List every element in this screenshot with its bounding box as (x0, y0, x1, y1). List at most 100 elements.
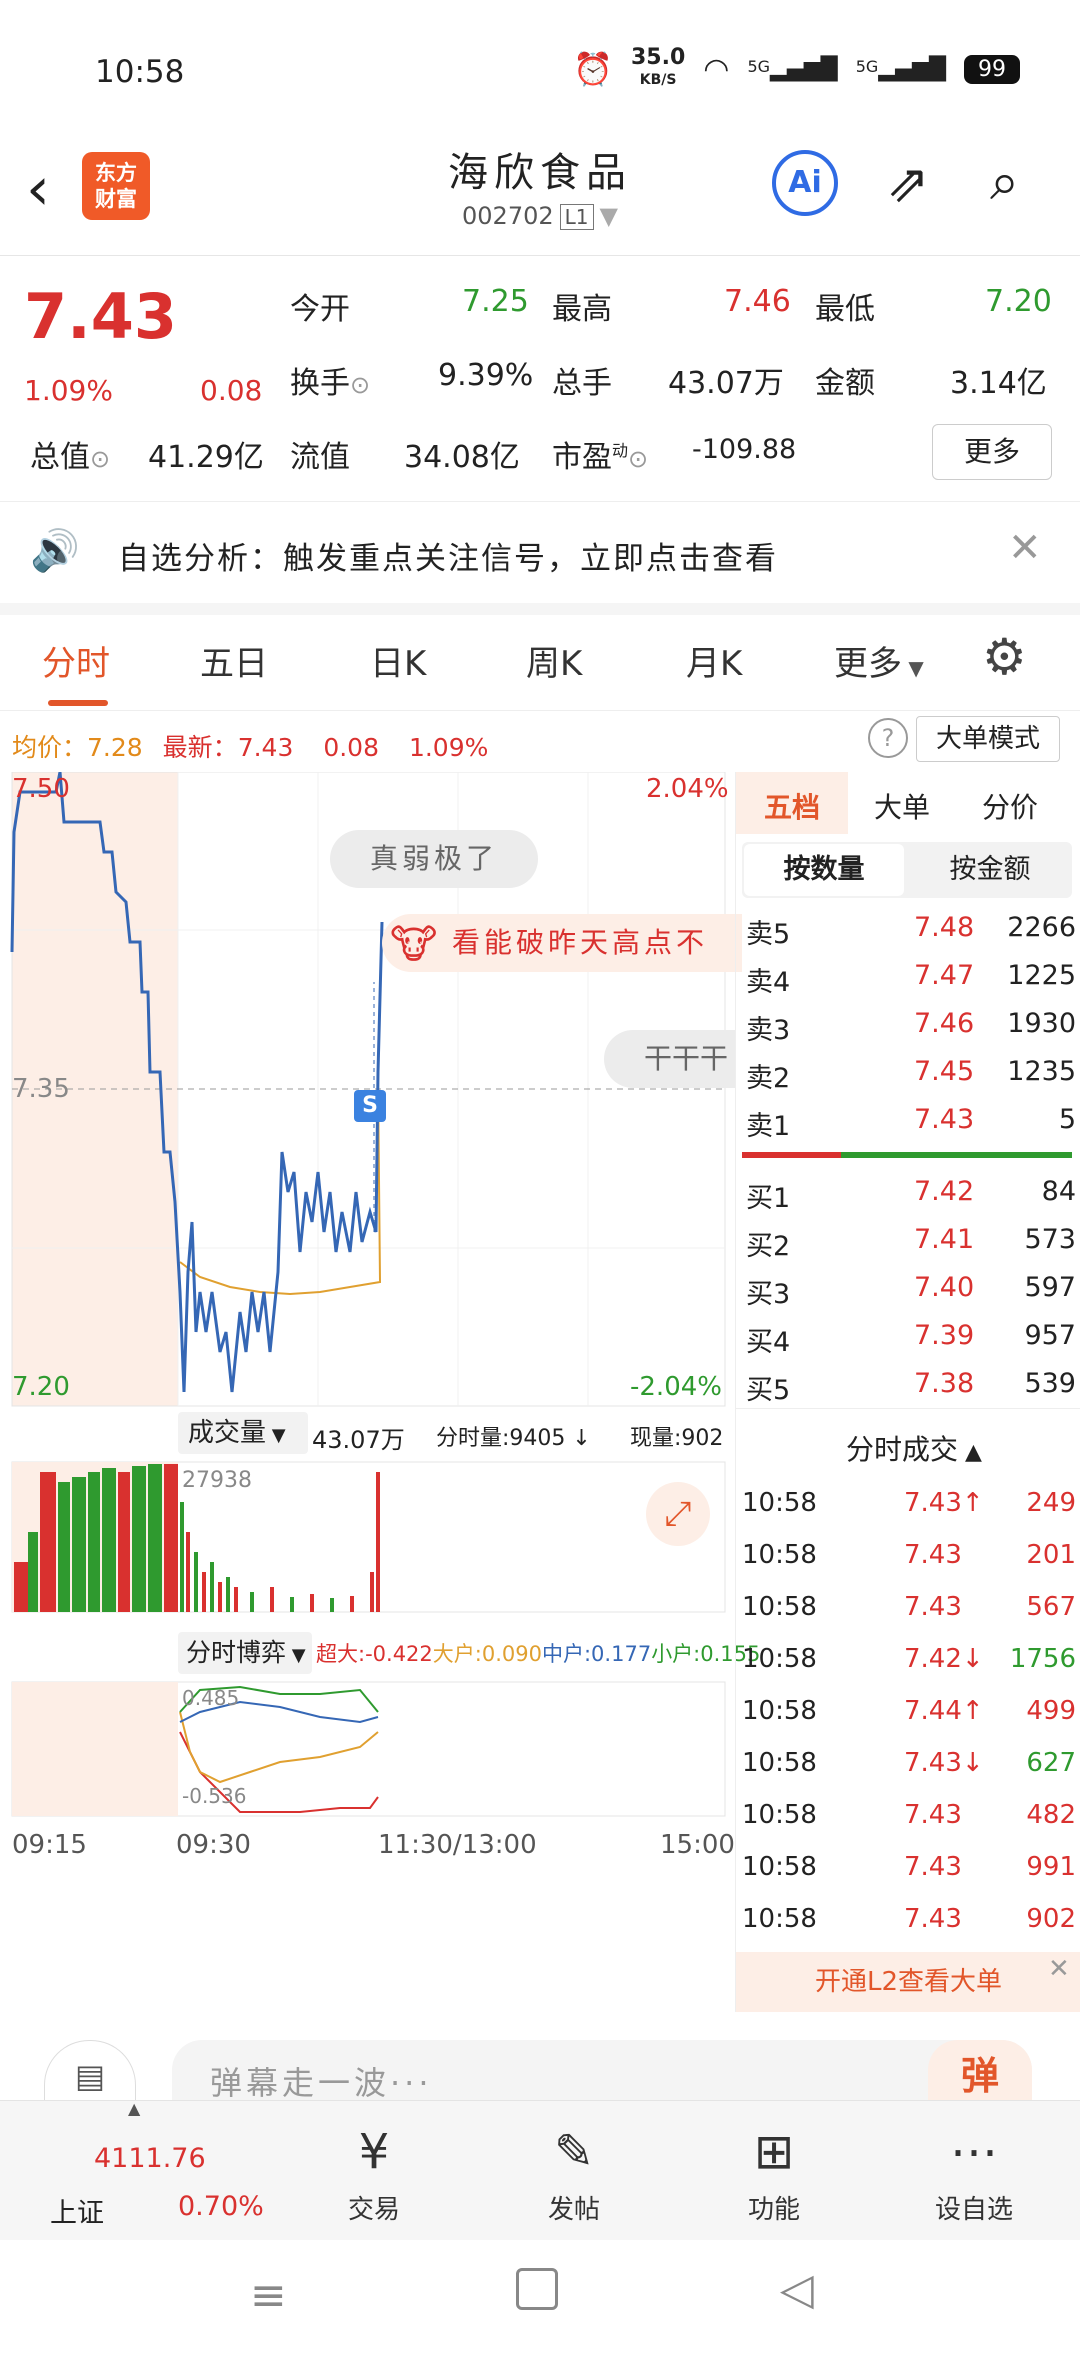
game-pre-shade (12, 1682, 178, 1816)
ask-row-1: 卖1 7.43 5 (746, 1104, 1076, 1142)
turnover-label: 换手⊙ (290, 366, 371, 401)
wifi-icon: ◠ (703, 51, 730, 87)
gear-icon[interactable]: ⚙ (982, 628, 1027, 686)
volume-max: 27938 (182, 1468, 252, 1493)
expand-icon[interactable]: ⤢ (646, 1482, 710, 1546)
caret-up-icon: ▲ (128, 2099, 141, 2118)
chevron-down-icon: ▼ (599, 202, 618, 230)
clock: 10:58 (95, 54, 185, 90)
bid-ask-ratio-bar (742, 1152, 1072, 1158)
mcap-label: 总值⊙ (30, 440, 111, 475)
sub-tabs: 按数量 按金额 (742, 842, 1072, 898)
trade-marker[interactable]: S (354, 1090, 386, 1122)
help-icon[interactable]: ? (868, 718, 908, 758)
open-label: 今开 (290, 292, 350, 327)
bid-row-5: 买5 7.38 539 (746, 1368, 1076, 1406)
tab-five-levels[interactable]: 五档 (764, 786, 820, 826)
nav-add-watchlist[interactable]: ⋯ 设自选 (914, 2115, 1034, 2226)
bid-row-4: 买4 7.39 957 (746, 1320, 1076, 1358)
tab-monthly-k[interactable]: 月K (686, 636, 742, 685)
pct-axis-bottom: -2.04% (630, 1372, 722, 1402)
status-icons: ⏰ 35.0 KB/S ◠ 5G▂▄▆█ 5G▂▄▆█ 99 (573, 45, 1020, 90)
current-volume: 现量:902 (630, 1426, 724, 1451)
nav-functions[interactable]: ⊞ 功能 (714, 2115, 834, 2226)
game-legend: 超大:-0.422大户:0.090中户:0.177小户:0.155 (316, 1642, 761, 1666)
alarm-icon: ⏰ (573, 50, 613, 88)
danmaku-send-button[interactable]: 弹 (928, 2040, 1032, 2100)
share-icon[interactable]: ⇗ (886, 154, 930, 214)
time-label-start: 09:15 (12, 1830, 87, 1860)
system-nav-bar: ≡ ◁ (0, 2240, 1080, 2373)
low-label: 最低 (815, 292, 875, 327)
tab-more[interactable]: 更多 ▼ (834, 636, 924, 685)
grid-icon: ⊞ (753, 2124, 795, 2180)
notice-text: 自选分析：触发重点关注信号，立即点击查看 (118, 541, 778, 577)
time-label-close: 15:00 (660, 1830, 735, 1860)
game-axis-bottom: -0.536 (182, 1784, 247, 1808)
l2-upgrade-banner[interactable]: 开通L2查看大单 (736, 1952, 1080, 2012)
game-axis-top: 0.485 (182, 1686, 240, 1710)
ai-assistant-button[interactable]: Ai (772, 150, 838, 216)
home-icon[interactable] (516, 2268, 558, 2310)
ask-row-3: 卖3 7.46 1930 (746, 1008, 1076, 1046)
ask-row-4: 卖4 7.47 1225 (746, 960, 1076, 998)
nav-trade[interactable]: ¥ 交易 (314, 2115, 434, 2226)
pct-axis-top: 2.04% (646, 774, 729, 804)
tab-5day[interactable]: 五日 (200, 636, 268, 685)
nav-post[interactable]: ✎ 发帖 (514, 2115, 634, 2226)
amount-value: 3.14亿 (950, 366, 1047, 401)
index-value[interactable]: 4111.76 (94, 2143, 206, 2174)
time-label-noon: 11:30/13:00 (378, 1830, 537, 1860)
back-triangle-icon[interactable]: ◁ (780, 2264, 814, 2315)
tab-indicator (48, 700, 108, 706)
y-axis-mid: 7.35 (12, 1074, 70, 1104)
index-change[interactable]: 0.70% (178, 2191, 264, 2222)
mcap-value: 41.29亿 (148, 440, 264, 475)
note-icon[interactable]: ▤ (44, 2040, 136, 2101)
amount-label: 金额 (815, 366, 875, 401)
notice-banner[interactable]: 🔊 自选分析：触发重点关注信号，立即点击查看 ✕ (0, 503, 1080, 615)
volume-value: 43.07万 (668, 366, 784, 401)
index-name[interactable]: 上证 (50, 2191, 104, 2230)
bottom-nav: ▲ 4111.76 上证 0.70% ¥ 交易 ✎ 发帖 ⊞ 功能 ⋯ 设自选 (0, 2099, 1080, 2241)
pe-label: 市盈动⊙ (552, 440, 649, 475)
info-icon[interactable]: ⊙ (350, 371, 370, 399)
stock-header: ‹ 东方 财富 海欣食品 002702 L1 ▼ Ai ⇗ ⌕ (0, 140, 1080, 256)
level-badge: L1 (559, 204, 594, 230)
comment-bar: ▤ 弹幕走一波··· 弹 (0, 2010, 1080, 2102)
danmaku-input[interactable]: 弹幕走一波··· (172, 2040, 1032, 2102)
close-icon[interactable]: ✕ (1008, 525, 1042, 571)
speaker-icon: 🔊 (30, 528, 80, 574)
time-label-open: 09:30 (176, 1830, 251, 1860)
trades-title[interactable]: 分时成交 ▲ (846, 1428, 982, 1468)
mascot-icon: 🐮 (390, 922, 442, 968)
more-quote-button[interactable]: 更多 (932, 424, 1052, 480)
close-icon[interactable]: ✕ (1048, 1954, 1070, 1984)
tab-weekly-k[interactable]: 周K (526, 636, 582, 685)
tab-price-dist[interactable]: 分价 (982, 786, 1038, 826)
tab-by-amount[interactable]: 按金额 (910, 844, 1070, 896)
last-price: 7.43 (24, 280, 177, 353)
danmaku-bubble-2: 🐮 看能破昨天高点不 (382, 914, 742, 972)
menu-icon[interactable]: ≡ (250, 2270, 287, 2321)
battery-indicator: 99 (964, 54, 1020, 84)
search-icon[interactable]: ⌕ (990, 152, 1019, 213)
tab-big-orders[interactable]: 大单 (874, 786, 930, 826)
tab-by-quantity[interactable]: 按数量 (744, 844, 904, 896)
tab-intraday[interactable]: 分时 (42, 636, 110, 685)
volume-selector[interactable]: 成交量 ▼ (178, 1412, 308, 1454)
divider (736, 1408, 1080, 1409)
volume-label: 总手 (552, 366, 612, 401)
game-selector[interactable]: 分时博弈 ▼ (178, 1632, 312, 1674)
tab-daily-k[interactable]: 日K (370, 636, 426, 685)
intraday-chart[interactable]: 7.50 7.35 7.20 2.04% -2.04% 真弱极了 🐮 看能破昨天高… (0, 771, 760, 2012)
info-icon[interactable]: ⊙ (628, 445, 648, 473)
ask-row-5: 卖5 7.48 2266 (746, 912, 1076, 950)
info-icon[interactable]: ⊙ (90, 445, 110, 473)
high-label: 最高 (552, 292, 612, 327)
net-speed: 35.0 KB/S (631, 45, 686, 89)
yen-exchange-icon: ¥ (358, 2124, 390, 2180)
ask-row-2: 卖2 7.45 1235 (746, 1056, 1076, 1094)
big-order-mode-button[interactable]: 大单模式 (916, 716, 1060, 762)
float-value: 34.08亿 (404, 440, 520, 475)
